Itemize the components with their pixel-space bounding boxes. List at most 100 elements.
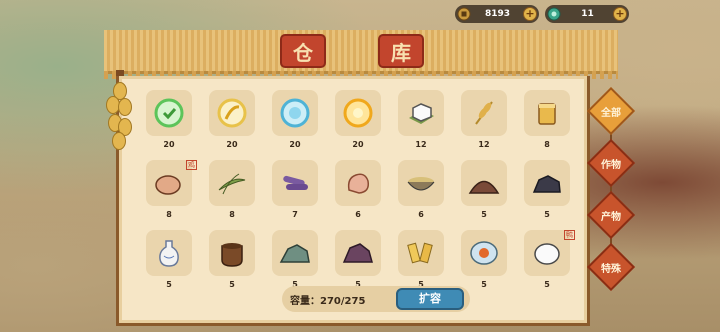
leaves-icon xyxy=(218,173,246,195)
item-tile[interactable] xyxy=(335,90,381,136)
gold-flower-orb-icon xyxy=(343,98,373,128)
inventory-slot[interactable]: 20 xyxy=(203,88,266,154)
tab-0[interactable]: 全部 xyxy=(586,86,636,136)
item-count: 12 xyxy=(415,140,427,149)
inventory-slot[interactable]: 12 xyxy=(455,88,518,154)
beans-bowl-icon xyxy=(407,177,435,191)
title-char-1: 仓 xyxy=(282,36,324,66)
item-tile[interactable] xyxy=(335,160,381,206)
wine-jar-icon xyxy=(221,243,243,267)
tofu-icon xyxy=(409,103,434,124)
inventory-slot[interactable]: 12 xyxy=(392,88,455,154)
item-tile[interactable] xyxy=(209,90,255,136)
item-count: 8 xyxy=(544,140,550,149)
inventory-slot[interactable]: 20 xyxy=(329,88,392,154)
duck-egg-icon xyxy=(534,243,560,265)
gem-icon xyxy=(546,6,562,22)
item-tag: 鸭 xyxy=(564,230,575,240)
inventory-slot[interactable]: 5 xyxy=(455,228,518,294)
item-tile[interactable] xyxy=(524,90,570,136)
wheat-icon xyxy=(475,101,493,125)
coins-counter: 8193 + xyxy=(455,5,539,23)
chicken-egg-icon xyxy=(155,175,181,195)
inventory-slot[interactable]: 5 xyxy=(392,228,455,294)
item-tile[interactable] xyxy=(146,230,192,276)
inventory-slot[interactable]: 5 xyxy=(266,228,329,294)
inventory-slot[interactable]: 5 xyxy=(203,228,266,294)
item-tile[interactable] xyxy=(335,230,381,276)
item-count: 20 xyxy=(163,140,175,149)
inventory-slot[interactable]: 鸭5 xyxy=(518,228,581,294)
gems-counter: 11 + xyxy=(545,5,629,23)
item-count: 12 xyxy=(478,140,490,149)
inventory-slot[interactable]: 5 xyxy=(455,158,518,224)
blue-star-orb-icon xyxy=(280,98,310,128)
tab-1[interactable]: 作物 xyxy=(586,138,636,188)
item-tile[interactable] xyxy=(461,230,507,276)
inventory-slot[interactable]: 5 xyxy=(140,228,203,294)
gems-value: 11 xyxy=(581,9,594,19)
item-tile[interactable] xyxy=(272,90,318,136)
salted-egg-icon xyxy=(470,241,498,265)
inventory-slot[interactable]: 鸡8 xyxy=(140,158,203,224)
item-count: 6 xyxy=(418,210,424,219)
vase-icon xyxy=(159,240,179,267)
item-count: 5 xyxy=(544,210,550,219)
item-tile[interactable] xyxy=(398,160,444,206)
feather-orb-icon xyxy=(217,98,247,128)
item-count: 5 xyxy=(229,280,235,289)
item-tile[interactable] xyxy=(398,90,444,136)
item-grid: 20 20 20 20 12 12 8 鸡 8 8 7 6 6 5 5 5 5 5 5 5 5 鸭 5 xyxy=(140,88,581,294)
item-tile[interactable] xyxy=(209,160,255,206)
coins-value: 8193 xyxy=(484,9,511,19)
item-tile[interactable] xyxy=(524,160,570,206)
green-stone-icon xyxy=(279,244,310,263)
item-tile[interactable] xyxy=(146,90,192,136)
inventory-slot[interactable]: 6 xyxy=(329,158,392,224)
expand-button[interactable]: 扩容 xyxy=(396,288,464,310)
inventory-slot[interactable]: 20 xyxy=(266,88,329,154)
tab-label: 产物 xyxy=(601,211,621,223)
tab-2[interactable]: 产物 xyxy=(586,190,636,240)
item-tile[interactable] xyxy=(209,230,255,276)
inventory-slot[interactable]: 8 xyxy=(203,158,266,224)
inventory-slot[interactable]: 8 xyxy=(518,88,581,154)
purple-stalks-icon xyxy=(283,175,308,190)
noodles-icon xyxy=(407,242,433,264)
item-tile[interactable] xyxy=(272,160,318,206)
inventory-slot[interactable]: 5 xyxy=(518,158,581,224)
item-count: 5 xyxy=(481,280,487,289)
green-seal-icon xyxy=(154,98,184,128)
item-tag: 鸡 xyxy=(186,160,197,170)
item-count: 5 xyxy=(166,280,172,289)
tab-label: 全部 xyxy=(601,107,621,119)
add-gems-button[interactable]: + xyxy=(613,7,627,21)
soil-pile-icon xyxy=(468,180,500,194)
tab-label: 作物 xyxy=(601,159,621,171)
inventory-slot[interactable]: 20 xyxy=(140,88,203,154)
tofu-cup-icon xyxy=(538,103,556,125)
inventory-slot[interactable]: 6 xyxy=(392,158,455,224)
item-tile[interactable] xyxy=(461,90,507,136)
item-tile[interactable] xyxy=(461,160,507,206)
item-count: 5 xyxy=(481,210,487,219)
inventory-slot[interactable]: 5 xyxy=(329,228,392,294)
garlic-decoration xyxy=(106,82,134,150)
coal-icon xyxy=(532,175,561,193)
add-coins-button[interactable]: + xyxy=(523,7,537,21)
item-count: 5 xyxy=(544,280,550,289)
warehouse-title: 仓 库 xyxy=(282,36,422,66)
tab-3[interactable]: 特殊 xyxy=(586,242,636,292)
coin-icon xyxy=(456,6,472,22)
item-count: 20 xyxy=(352,140,364,149)
item-count: 8 xyxy=(166,210,172,219)
item-count: 7 xyxy=(292,210,298,219)
inventory-slot[interactable]: 7 xyxy=(266,158,329,224)
ginger-icon xyxy=(347,173,370,194)
item-count: 6 xyxy=(355,210,361,219)
purple-stone-icon xyxy=(342,243,373,263)
item-tile[interactable] xyxy=(272,230,318,276)
title-char-2: 库 xyxy=(380,36,422,66)
item-tile[interactable] xyxy=(398,230,444,276)
capacity-text: 容量：270/275 xyxy=(290,295,366,307)
